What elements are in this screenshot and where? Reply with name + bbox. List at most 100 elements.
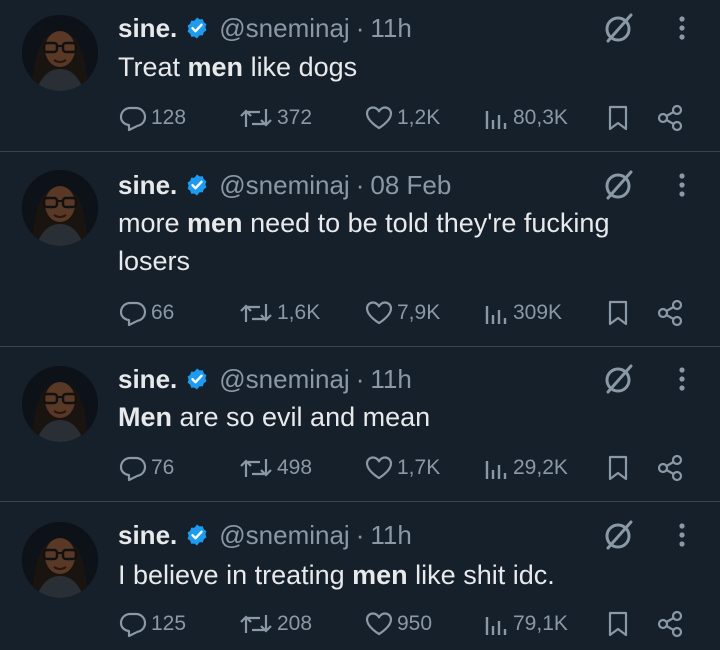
tweet-text: Treat men like dogs	[118, 48, 678, 86]
text-before: I believe in treating	[118, 560, 353, 590]
action-bar: 125 208 950 79,1K	[118, 609, 688, 639]
reply-button[interactable]: 76	[118, 453, 174, 483]
reply-icon	[119, 456, 147, 482]
bookmark-icon	[608, 611, 628, 637]
avatar-photo	[22, 15, 98, 91]
reply-button[interactable]: 66	[118, 298, 174, 328]
like-count: 950	[397, 612, 433, 635]
avatar[interactable]	[22, 15, 98, 91]
bookmark-icon	[608, 455, 628, 481]
tweet[interactable]: sine. @sneminaj · 11h Men are so evil an…	[0, 346, 720, 502]
grok-icon[interactable]	[602, 11, 636, 45]
views-count: 80,3K	[513, 106, 568, 129]
share-button[interactable]	[656, 298, 684, 328]
action-bar: 128 372 1,2K 80,3K	[118, 103, 688, 133]
tweet[interactable]: sine. @sneminaj · 11h I believe in treat…	[0, 501, 720, 650]
timestamp[interactable]: 11h	[370, 13, 411, 44]
repost-count: 498	[277, 456, 313, 479]
views-button[interactable]: 29,2K	[482, 453, 568, 483]
reply-count: 128	[151, 106, 187, 129]
views-button[interactable]: 80,3K	[482, 103, 568, 133]
avatar[interactable]	[22, 170, 98, 246]
text-before: more	[118, 208, 188, 238]
repost-button[interactable]: 208	[238, 609, 312, 639]
text-before: Treat	[118, 52, 188, 82]
repost-icon	[240, 459, 272, 477]
avatar-photo	[22, 366, 98, 442]
tweet[interactable]: sine. @sneminaj · 08 Feb more men need t…	[0, 151, 720, 347]
tweet-text: more men need to be told they're fucking…	[118, 204, 678, 280]
repost-button[interactable]: 1,6K	[238, 298, 320, 328]
like-icon	[365, 106, 393, 130]
views-count: 29,2K	[513, 456, 568, 479]
handle[interactable]: @sneminaj	[219, 364, 349, 395]
share-button[interactable]	[656, 103, 684, 133]
avatar-photo	[22, 170, 98, 246]
verified-badge-icon[interactable]	[185, 173, 209, 197]
reply-icon	[119, 301, 147, 327]
more-icon[interactable]	[672, 362, 692, 396]
like-button[interactable]: 1,2K	[364, 103, 440, 133]
text-after: like dogs	[243, 52, 358, 82]
avatar[interactable]	[22, 522, 98, 598]
handle[interactable]: @sneminaj	[219, 520, 349, 551]
avatar[interactable]	[22, 366, 98, 442]
verified-badge-icon[interactable]	[185, 523, 209, 547]
reply-count: 66	[151, 301, 175, 324]
like-button[interactable]: 1,7K	[364, 453, 440, 483]
share-button[interactable]	[656, 453, 684, 483]
display-name[interactable]: sine.	[118, 364, 177, 395]
more-icon[interactable]	[672, 518, 692, 552]
timestamp[interactable]: 11h	[370, 364, 411, 395]
reply-button[interactable]: 125	[118, 609, 186, 639]
views-button[interactable]: 309K	[482, 298, 562, 328]
tweet-header: sine. @sneminaj · 11h	[118, 518, 412, 552]
grok-icon[interactable]	[602, 518, 636, 552]
views-icon	[485, 111, 507, 129]
tweet[interactable]: sine. @sneminaj · 11h Treat men like dog…	[0, 0, 720, 151]
like-icon	[365, 612, 393, 636]
text-bold: Men	[118, 402, 172, 432]
tweet-text: Men are so evil and mean	[118, 398, 678, 436]
share-icon	[657, 299, 683, 327]
reply-button[interactable]: 128	[118, 103, 186, 133]
tweet-header: sine. @sneminaj · 11h	[118, 11, 412, 45]
tweet-header: sine. @sneminaj · 11h	[118, 362, 412, 396]
separator-dot: ·	[355, 363, 365, 394]
more-icon[interactable]	[672, 168, 692, 202]
bookmark-button[interactable]	[606, 609, 630, 639]
grok-icon[interactable]	[602, 168, 636, 202]
bookmark-button[interactable]	[606, 298, 630, 328]
repost-count: 1,6K	[277, 301, 321, 324]
display-name[interactable]: sine.	[118, 520, 177, 551]
like-icon	[365, 456, 393, 480]
display-name[interactable]: sine.	[118, 170, 177, 201]
more-icon[interactable]	[672, 11, 692, 45]
views-count: 79,1K	[513, 612, 568, 635]
separator-dot: ·	[355, 169, 365, 200]
share-button[interactable]	[656, 609, 684, 639]
repost-icon	[240, 304, 272, 322]
text-bold: men	[352, 560, 408, 590]
views-button[interactable]: 79,1K	[482, 609, 568, 639]
repost-button[interactable]: 498	[238, 453, 312, 483]
bookmark-button[interactable]	[606, 453, 630, 483]
share-icon	[657, 104, 683, 132]
tweet-text: I believe in treating men like shit idc.	[118, 556, 678, 594]
separator-dot: ·	[355, 519, 365, 550]
bookmark-button[interactable]	[606, 103, 630, 133]
grok-icon[interactable]	[602, 362, 636, 396]
timestamp[interactable]: 11h	[370, 520, 411, 551]
handle[interactable]: @sneminaj	[219, 13, 349, 44]
display-name[interactable]: sine.	[118, 13, 177, 44]
verified-badge-icon[interactable]	[185, 16, 209, 40]
verified-badge-icon[interactable]	[185, 367, 209, 391]
like-button[interactable]: 7,9K	[364, 298, 440, 328]
repost-button[interactable]: 372	[238, 103, 312, 133]
timestamp[interactable]: 08 Feb	[370, 170, 451, 201]
handle[interactable]: @sneminaj	[219, 170, 349, 201]
repost-count: 372	[277, 106, 313, 129]
text-after: are so evil and mean	[172, 402, 431, 432]
like-button[interactable]: 950	[364, 609, 432, 639]
reply-icon	[119, 612, 147, 638]
